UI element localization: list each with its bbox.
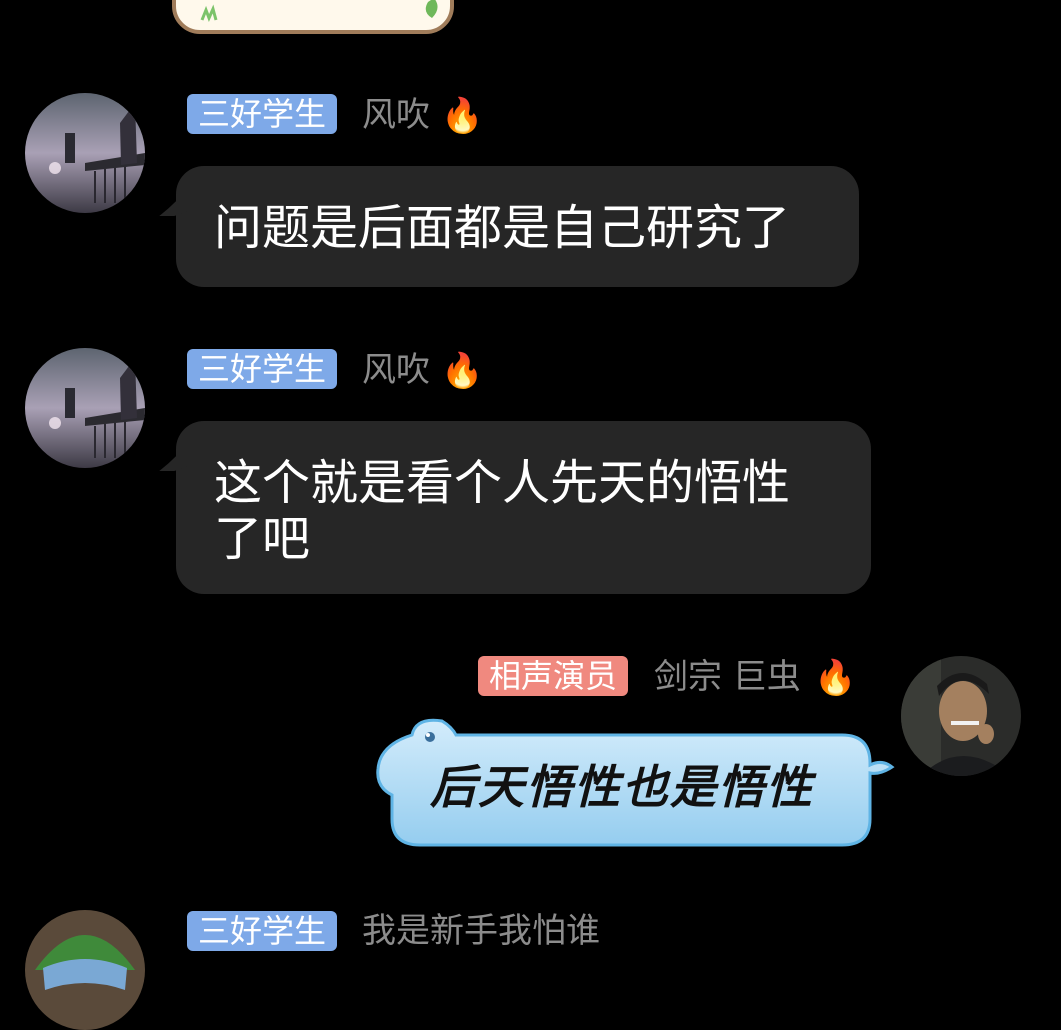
fire-icon: 🔥 [814,658,857,698]
avatar[interactable] [25,93,145,213]
sticker-message-text: 后天悟性也是悟性 [430,760,814,814]
avatar[interactable] [25,910,145,1030]
member-tag: 三好学生 [187,94,338,134]
fire-icon: 🔥 [441,96,484,136]
avatar[interactable] [901,656,1021,776]
avatar[interactable] [25,348,145,468]
fire-icon: 🔥 [441,351,484,391]
sticker-message-bubble[interactable]: 后天悟性也是悟性 [372,715,898,849]
sender-name[interactable]: 剑宗 巨虫 [654,657,801,697]
member-tag: 相声演员 [478,656,629,696]
message-bubble[interactable]: 这个就是看个人先天的悟性 了吧 [159,421,871,594]
message-text: 问题是后面都是自己研究了 [214,200,791,256]
sender-name[interactable]: 我是新手我怕谁 [362,911,600,951]
sender-name[interactable]: 风吹 [362,95,430,135]
previous-sticker-bubble[interactable] [172,0,456,36]
bubble-tail [159,436,194,471]
message-bubble[interactable]: 问题是后面都是自己研究了 [159,166,859,287]
sender-name[interactable]: 风吹 [362,350,430,390]
message-text-line: 了吧 [214,511,311,567]
message-text-line: 这个就是看个人先天的悟性 [214,455,791,511]
bubble-tail [159,181,194,216]
member-tag: 三好学生 [187,349,338,389]
member-tag: 三好学生 [187,911,338,951]
